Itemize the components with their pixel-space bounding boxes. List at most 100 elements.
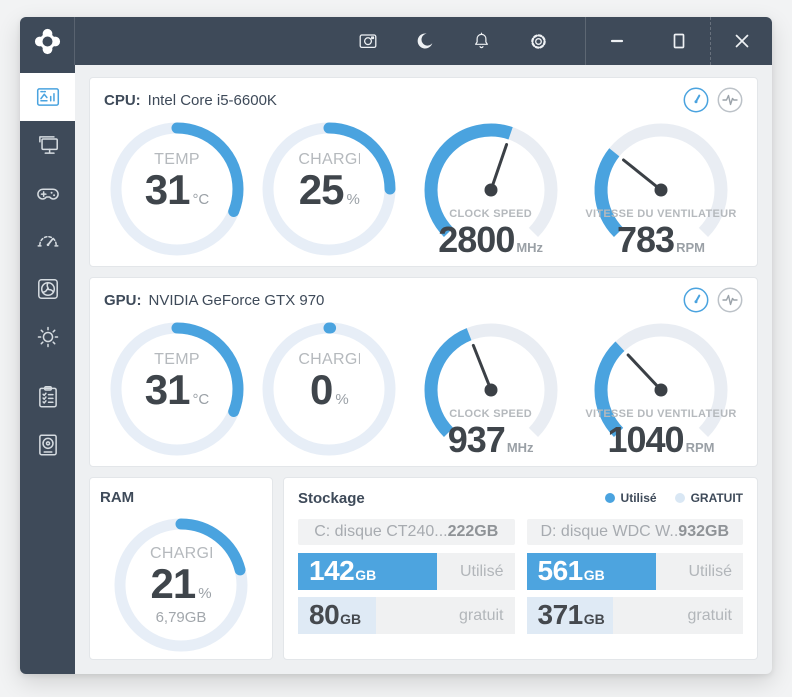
dial-view-icon bbox=[683, 287, 709, 313]
screenshot-button[interactable] bbox=[357, 30, 379, 52]
drive-column: C: disque CT240...222GB 142GB Utilisé 80… bbox=[298, 519, 515, 634]
minimize-icon bbox=[605, 29, 629, 53]
gauge-value: 31°C bbox=[104, 166, 250, 214]
cpu-device-name: Intel Core i5-6600K bbox=[148, 92, 277, 109]
ram-panel-title: RAM bbox=[100, 489, 134, 506]
sun-icon bbox=[35, 324, 61, 350]
bell-icon bbox=[471, 31, 492, 52]
drive-size: 932GB bbox=[678, 523, 729, 541]
gauge-unit: RPM bbox=[686, 440, 715, 455]
close-icon bbox=[730, 29, 754, 53]
dial-view-icon bbox=[683, 87, 709, 113]
ram-charge-gauge: CHARGE 21% 6,79GB bbox=[106, 510, 256, 660]
sidebar-item-cooler[interactable] bbox=[20, 421, 75, 469]
cpu-history-view-button[interactable] bbox=[717, 87, 743, 113]
free-value: 371GB bbox=[538, 597, 605, 634]
gauge-value: 21% bbox=[106, 560, 256, 608]
game-controller-icon bbox=[35, 180, 61, 206]
used-value: 142GB bbox=[309, 553, 376, 590]
used-label: Utilisé bbox=[460, 553, 504, 590]
gauge-value: 25% bbox=[256, 166, 402, 214]
sidebar-item-pc-specs[interactable] bbox=[20, 121, 75, 169]
storage-panel: Stockage Utilisé GRATUIT bbox=[283, 477, 758, 660]
app-window: CPU: Intel Core i5-6600K bbox=[20, 17, 772, 674]
charge-gauge: CHARGE 0% bbox=[256, 316, 402, 462]
free-space-bar: 371GB gratuit bbox=[527, 597, 744, 634]
gauge-unit: MHz bbox=[516, 240, 543, 255]
gauge-value: 1040RPM bbox=[579, 419, 743, 461]
cpu-panel: CPU: Intel Core i5-6600K bbox=[89, 77, 758, 267]
clock-speed-gauge: CLOCK SPEED 2800MHz bbox=[409, 116, 573, 264]
gauge-value: 31°C bbox=[104, 366, 250, 414]
maximize-icon bbox=[667, 29, 691, 53]
sidebar-nav bbox=[20, 65, 75, 674]
gauge-unit: °C bbox=[192, 191, 209, 208]
cam-logo-icon bbox=[34, 28, 61, 55]
cpu-dial-view-button[interactable] bbox=[683, 87, 709, 113]
gpu-panel-title: GPU: bbox=[104, 292, 142, 309]
camera-icon bbox=[357, 30, 379, 52]
charge-gauge: CHARGE 25% bbox=[256, 116, 402, 262]
ram-gauge-holder: CHARGE 21% 6,79GB bbox=[100, 510, 262, 660]
temp-gauge: TEMP 31°C bbox=[104, 316, 250, 462]
free-value: 80GB bbox=[309, 597, 361, 634]
moon-icon bbox=[415, 31, 435, 51]
temp-gauge: TEMP 31°C bbox=[104, 116, 250, 262]
gpu-history-view-button[interactable] bbox=[717, 287, 743, 313]
main-content: CPU: Intel Core i5-6600K bbox=[75, 65, 772, 674]
gauge-icon bbox=[35, 228, 61, 254]
minimize-button[interactable] bbox=[586, 17, 648, 65]
drive-column: D: disque WDC W..932GB 561GB Utilisé 371… bbox=[527, 519, 744, 634]
maximize-button[interactable] bbox=[648, 17, 710, 65]
gauge-unit: RPM bbox=[676, 240, 705, 255]
gauge-sub: 6,79GB bbox=[106, 609, 256, 626]
vitesse-du-ventilateur-gauge: VITESSE DU VENTILATEUR 1040RPM bbox=[579, 316, 743, 464]
settings-button[interactable] bbox=[528, 31, 549, 52]
drive-name-pill: C: disque CT240...222GB bbox=[298, 519, 515, 545]
sidebar-item-cooling[interactable] bbox=[20, 265, 75, 313]
storage-panel-title: Stockage bbox=[298, 490, 365, 507]
gauge-value: 2800MHz bbox=[409, 219, 573, 261]
free-label: gratuit bbox=[688, 597, 732, 634]
sidebar-item-lighting[interactable] bbox=[20, 313, 75, 361]
storage-legend: Utilisé GRATUIT bbox=[605, 491, 743, 505]
free-label: gratuit bbox=[459, 597, 503, 634]
waveform-view-icon bbox=[717, 87, 743, 113]
gauge-value: 0% bbox=[256, 366, 402, 414]
used-dot-icon bbox=[605, 493, 615, 503]
close-button[interactable] bbox=[710, 17, 772, 65]
cpu-gauge-row: TEMP 31°C CHARGE 25% CLOCK SPEED 2800MHz… bbox=[104, 116, 743, 264]
drive-name-pill: D: disque WDC W..932GB bbox=[527, 519, 744, 545]
waveform-view-icon bbox=[717, 287, 743, 313]
clock-speed-gauge: CLOCK SPEED 937MHz bbox=[409, 316, 573, 464]
night-mode-button[interactable] bbox=[415, 31, 435, 51]
sidebar-item-performance[interactable] bbox=[20, 217, 75, 265]
gauge-unit: °C bbox=[192, 391, 209, 408]
used-value: 561GB bbox=[538, 553, 605, 590]
app-logo[interactable] bbox=[20, 17, 75, 65]
computer-icon bbox=[35, 132, 61, 158]
gauge-unit: % bbox=[198, 585, 211, 602]
notifications-button[interactable] bbox=[471, 31, 492, 52]
fan-icon bbox=[35, 276, 61, 302]
cpu-panel-title: CPU: bbox=[104, 92, 141, 109]
gear-icon bbox=[528, 31, 549, 52]
gauge-unit: % bbox=[335, 391, 348, 408]
sidebar-item-tasks[interactable] bbox=[20, 373, 75, 421]
drive-size: 222GB bbox=[448, 523, 499, 541]
checklist-icon bbox=[35, 384, 61, 410]
sidebar-item-games[interactable] bbox=[20, 169, 75, 217]
dashboard-icon bbox=[35, 84, 61, 110]
used-space-bar: 142GB Utilisé bbox=[298, 553, 515, 590]
gauge-value: 937MHz bbox=[409, 419, 573, 461]
used-label: Utilisé bbox=[688, 553, 732, 590]
drive-name: C: disque CT240... bbox=[314, 523, 447, 541]
gpu-panel: GPU: NVIDIA GeForce GTX 970 bbox=[89, 277, 758, 467]
drive-name: D: disque WDC W.. bbox=[540, 523, 678, 541]
legend-free: GRATUIT bbox=[675, 491, 743, 505]
gpu-dial-view-button[interactable] bbox=[683, 287, 709, 313]
gauge-value: 783RPM bbox=[579, 219, 743, 261]
sidebar-item-dashboard[interactable] bbox=[20, 73, 75, 121]
gpu-gauge-row: TEMP 31°C CHARGE 0% CLOCK SPEED 937MHz V… bbox=[104, 316, 743, 464]
gauge-unit: MHz bbox=[507, 440, 534, 455]
